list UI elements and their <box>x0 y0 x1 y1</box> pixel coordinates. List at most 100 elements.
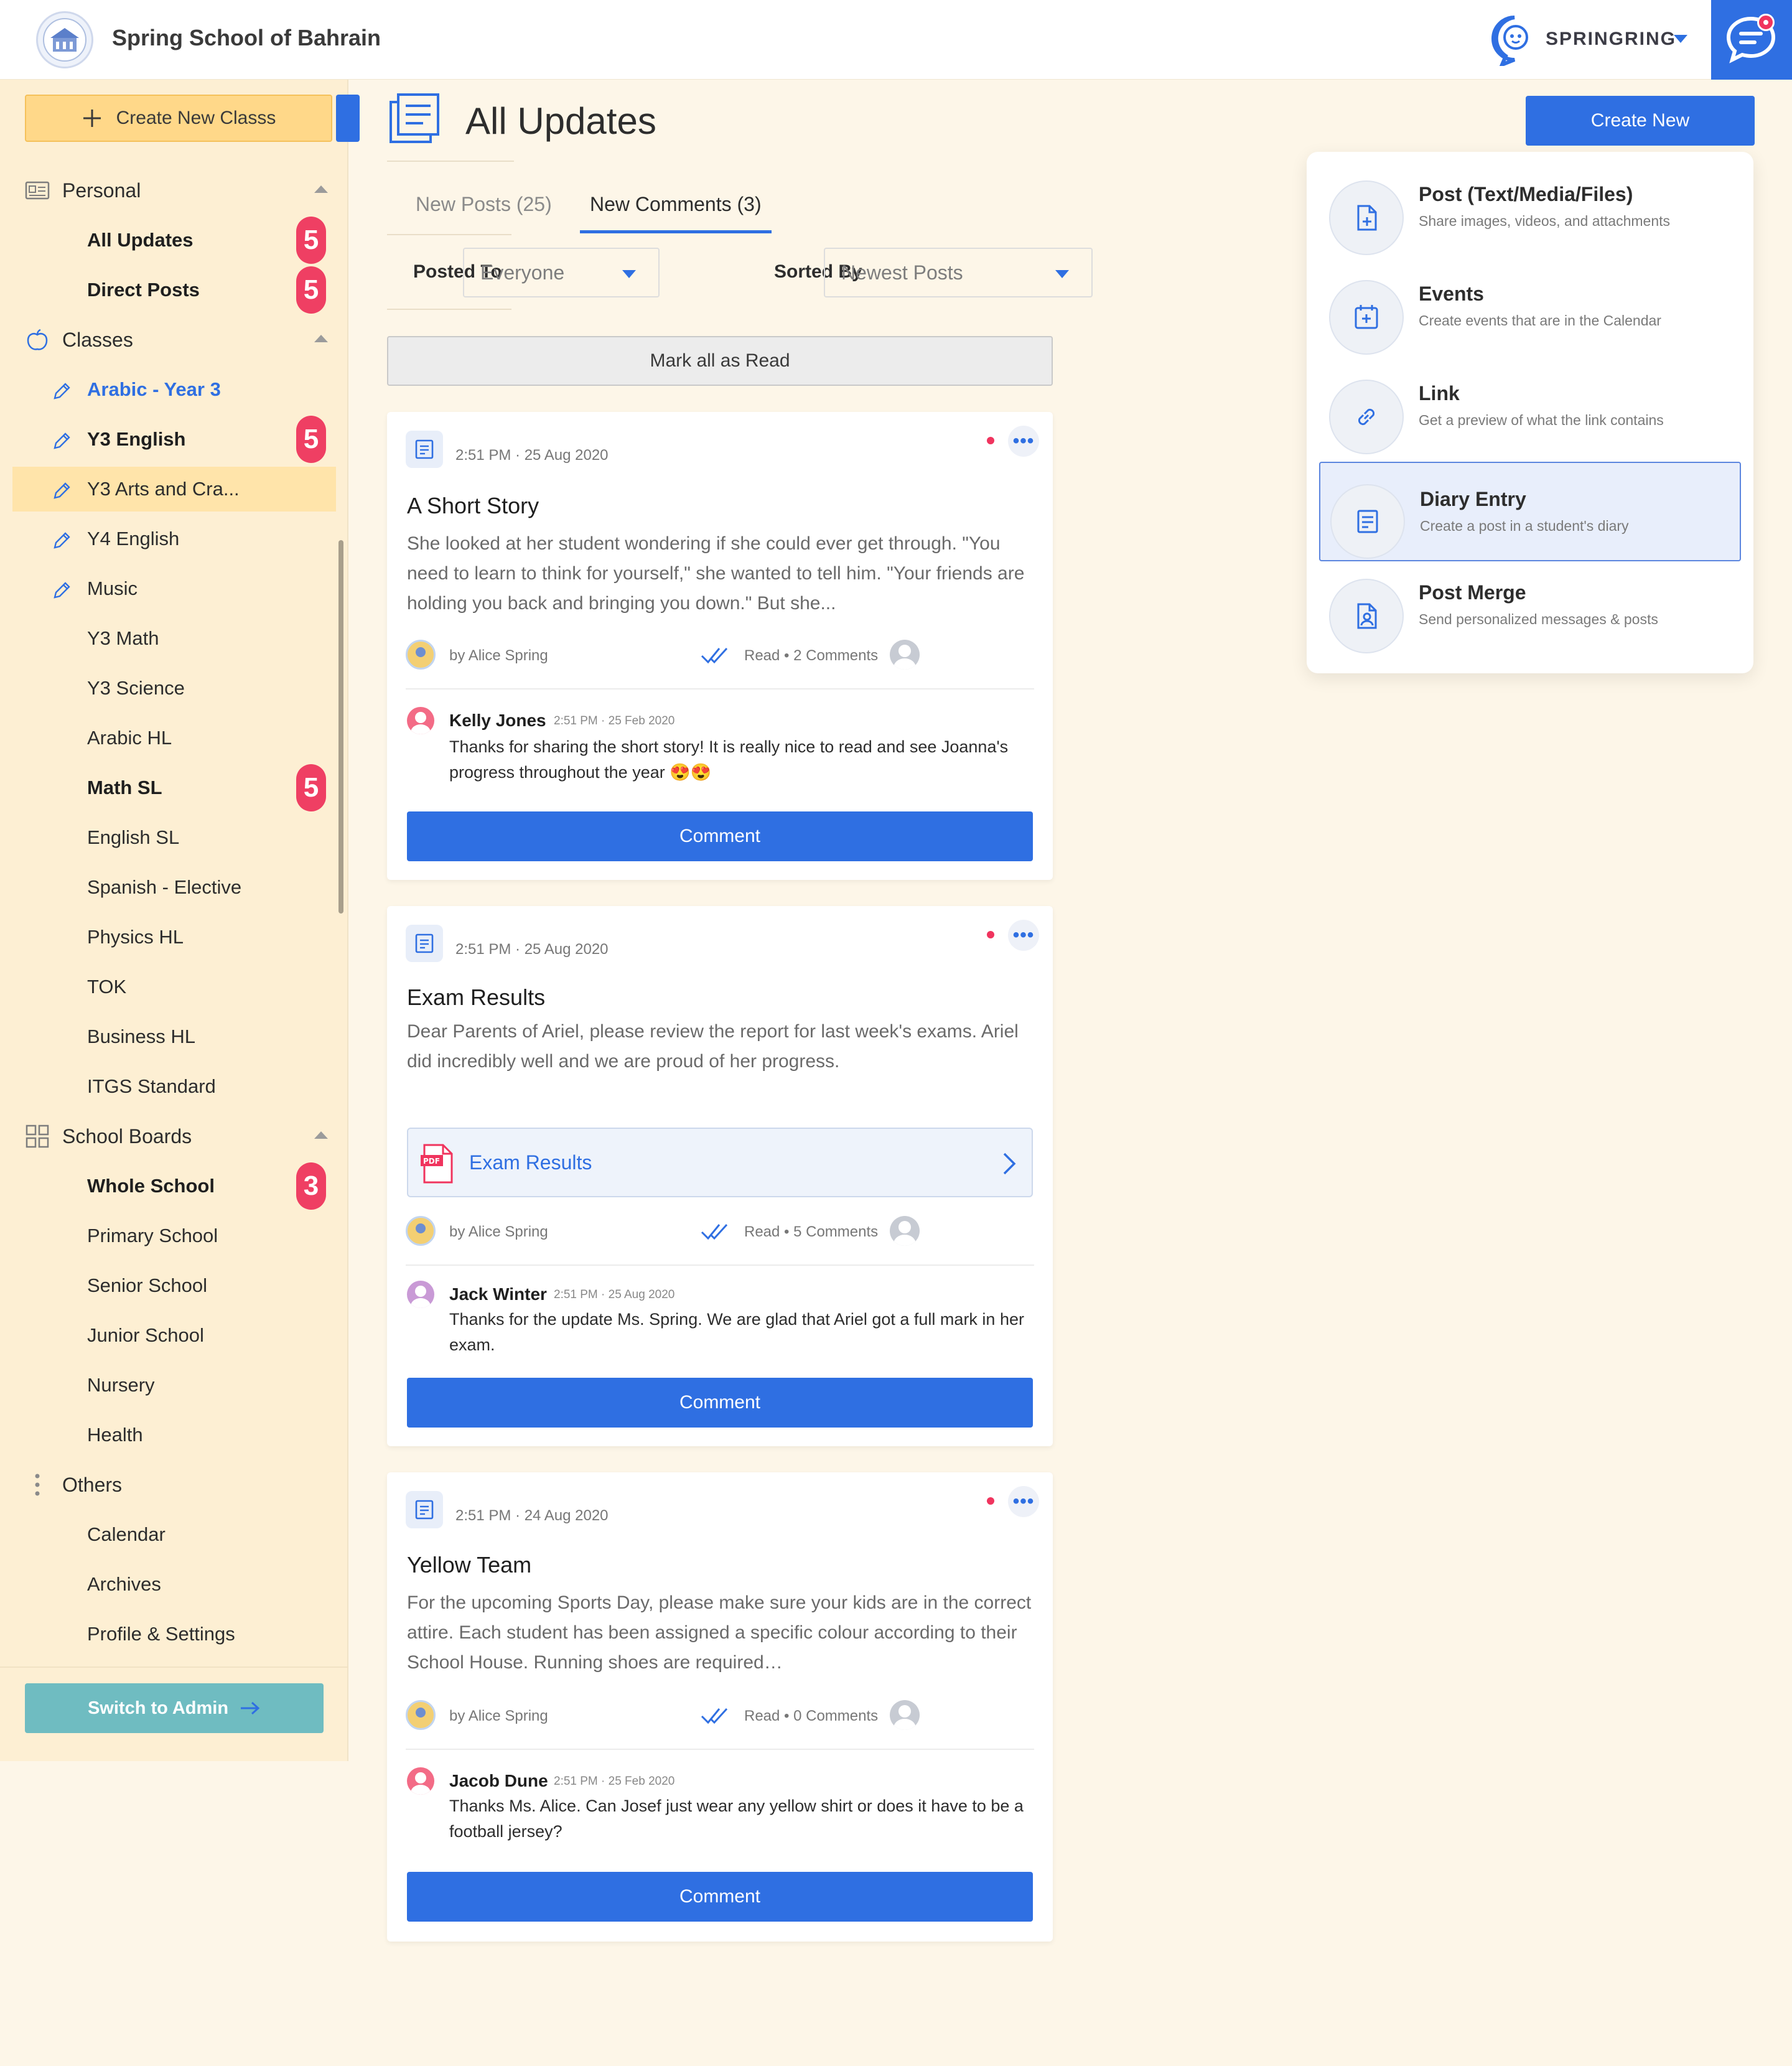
unread-dot <box>987 437 994 444</box>
post-body: Dear Parents of Ariel, please review the… <box>407 1021 1019 1072</box>
sidebar-item-primary-school[interactable]: Primary School <box>0 1213 342 1258</box>
commenter-avatar <box>407 1281 434 1308</box>
double-check-icon <box>701 647 728 664</box>
sidebar-item-whole-school[interactable]: Whole School 3 <box>0 1162 342 1210</box>
section-classes[interactable]: Classes <box>0 317 342 362</box>
section-label: School Boards <box>62 1124 192 1148</box>
chevron-up-icon[interactable] <box>314 335 328 342</box>
post-time: 2:51 PM · 25 Aug 2020 <box>455 941 609 958</box>
post-meta: by Alice Spring Read • 5 Comments <box>406 1216 1034 1251</box>
post-author: by Alice Spring <box>449 647 548 664</box>
sidebar-item-calendar[interactable]: Calendar <box>0 1512 342 1557</box>
commenter-name: Kelly Jones <box>449 711 546 730</box>
apple-icon <box>24 326 51 353</box>
read-info[interactable]: Read • 0 Comments <box>744 1708 878 1725</box>
sidebar-item-y3-science[interactable]: Y3 Science <box>0 666 342 711</box>
sorted-by-select[interactable]: Newest Posts <box>824 248 1093 297</box>
menu-item-link[interactable]: Link Get a preview of what the link cont… <box>1319 357 1741 457</box>
messages-button[interactable] <box>1711 0 1792 80</box>
posted-to-select[interactable]: Everyone <box>463 248 660 297</box>
section-personal[interactable]: Personal <box>0 168 342 213</box>
create-new-button[interactable]: Create New <box>1526 96 1755 146</box>
more-options-icon[interactable]: ••• <box>1008 1486 1039 1517</box>
sidebar-item-arabic-hl[interactable]: Arabic HL <box>0 716 342 760</box>
post-title[interactable]: Yellow Team <box>407 1552 531 1578</box>
springring-logo-icon[interactable] <box>1488 14 1541 66</box>
menu-item-events[interactable]: Events Create events that are in the Cal… <box>1319 258 1741 357</box>
sidebar-item-label: Primary School <box>87 1225 218 1246</box>
sidebar-item-music[interactable]: Music <box>0 566 342 611</box>
menu-item-subtitle: Share images, videos, and attachments <box>1419 213 1671 229</box>
svg-text:PDF: PDF <box>423 1157 440 1166</box>
add-file-icon <box>1329 180 1404 255</box>
sidebar-item-y3-arts-and-crafts[interactable]: Y3 Arts and Cra... <box>12 467 336 512</box>
chevron-down-icon <box>1055 270 1069 278</box>
attachment-card[interactable]: PDF Exam Results <box>407 1128 1033 1197</box>
more-options-icon[interactable]: ••• <box>1008 426 1039 457</box>
unread-dot <box>987 931 994 938</box>
sidebar-collapse-tab[interactable] <box>336 95 360 142</box>
menu-item-diary-entry[interactable]: Diary Entry Create a post in a student's… <box>1319 462 1741 561</box>
post-icon <box>406 431 443 468</box>
menu-item-post[interactable]: Post (Text/Media/Files) Share images, vi… <box>1319 158 1741 258</box>
create-new-class-button[interactable]: Create New Classs <box>25 95 332 142</box>
posted-to-value: Everyone <box>480 261 565 284</box>
sidebar-item-direct-posts[interactable]: Direct Posts 5 <box>0 266 342 314</box>
sidebar-item-arabic-year-3[interactable]: Arabic - Year 3 <box>0 367 342 412</box>
post-body: For the upcoming Sports Day, please make… <box>407 1592 1032 1673</box>
read-info[interactable]: Read • 5 Comments <box>744 1223 878 1241</box>
sidebar-item-label: Y3 Math <box>87 627 159 649</box>
sidebar-item-health[interactable]: Health <box>0 1413 342 1457</box>
sidebar-item-profile-settings[interactable]: Profile & Settings <box>0 1612 342 1657</box>
author-avatar <box>406 1700 436 1730</box>
tab-new-posts[interactable]: New Posts (25) <box>416 193 552 216</box>
double-check-icon <box>701 1223 728 1240</box>
comment-button[interactable]: Comment <box>407 1872 1033 1922</box>
sidebar-item-y3-math[interactable]: Y3 Math <box>0 616 342 661</box>
section-others[interactable]: Others <box>0 1462 342 1507</box>
unread-dot <box>987 1497 994 1505</box>
tab-new-comments[interactable]: New Comments (3) <box>590 193 762 216</box>
read-info[interactable]: Read • 2 Comments <box>744 647 878 665</box>
post-card: 2:51 PM · 24 Aug 2020 ••• Yellow Team Fo… <box>387 1472 1053 1942</box>
commenter-name: Jacob Dune <box>449 1771 548 1790</box>
sorted-by-value: Newest Posts <box>841 261 963 284</box>
post-title[interactable]: A Short Story <box>407 493 539 519</box>
sidebar-scrollbar[interactable] <box>338 540 343 914</box>
create-class-label: Create New Classs <box>116 108 276 128</box>
sidebar-item-business-hl[interactable]: Business HL <box>0 1014 342 1059</box>
sidebar-item-y4-english[interactable]: Y4 English <box>0 516 342 561</box>
menu-item-post-merge[interactable]: Post Merge Send personalized messages & … <box>1319 556 1741 656</box>
chevron-up-icon[interactable] <box>314 185 328 193</box>
sidebar-item-label: Arabic HL <box>87 727 172 749</box>
grid-icon <box>24 1123 51 1150</box>
sidebar-item-archives[interactable]: Archives <box>0 1562 342 1607</box>
mark-all-read-button[interactable]: Mark all as Read <box>387 336 1053 386</box>
post-title[interactable]: Exam Results <box>407 984 545 1011</box>
sidebar: Create New Classs Personal All Updates 5… <box>0 80 360 1761</box>
comment-button[interactable]: Comment <box>407 811 1033 861</box>
sidebar-item-label: Math SL <box>87 777 162 798</box>
sidebar-item-senior-school[interactable]: Senior School <box>0 1263 342 1308</box>
sidebar-item-all-updates[interactable]: All Updates 5 <box>0 217 342 264</box>
more-options-icon[interactable]: ••• <box>1008 920 1039 951</box>
sidebar-item-nursery[interactable]: Nursery <box>0 1363 342 1408</box>
sidebar-item-english-sl[interactable]: English SL <box>0 815 342 860</box>
sidebar-item-y3-english[interactable]: Y3 English 5 <box>0 416 342 463</box>
sidebar-item-spanish-elective[interactable]: Spanish - Elective <box>0 865 342 910</box>
sidebar-item-physics-hl[interactable]: Physics HL <box>0 915 342 960</box>
sidebar-item-junior-school[interactable]: Junior School <box>0 1313 342 1358</box>
post-icon <box>406 1491 443 1528</box>
sidebar-item-label: TOK <box>87 976 127 998</box>
chevron-up-icon[interactable] <box>314 1131 328 1139</box>
sidebar-item-label: Calendar <box>87 1523 166 1545</box>
sidebar-item-tok[interactable]: TOK <box>0 965 342 1009</box>
sidebar-item-itgs-standard[interactable]: ITGS Standard <box>0 1064 342 1109</box>
sidebar-item-math-sl[interactable]: Math SL 5 <box>0 764 342 811</box>
section-school-boards[interactable]: School Boards <box>0 1114 342 1159</box>
comment-button[interactable]: Comment <box>407 1378 1033 1428</box>
menu-item-subtitle: Create a post in a student's diary <box>1420 518 1629 534</box>
post-author: by Alice Spring <box>449 1223 548 1240</box>
chevron-down-icon[interactable] <box>1674 35 1687 43</box>
switch-to-admin-button[interactable]: Switch to Admin <box>25 1683 324 1733</box>
